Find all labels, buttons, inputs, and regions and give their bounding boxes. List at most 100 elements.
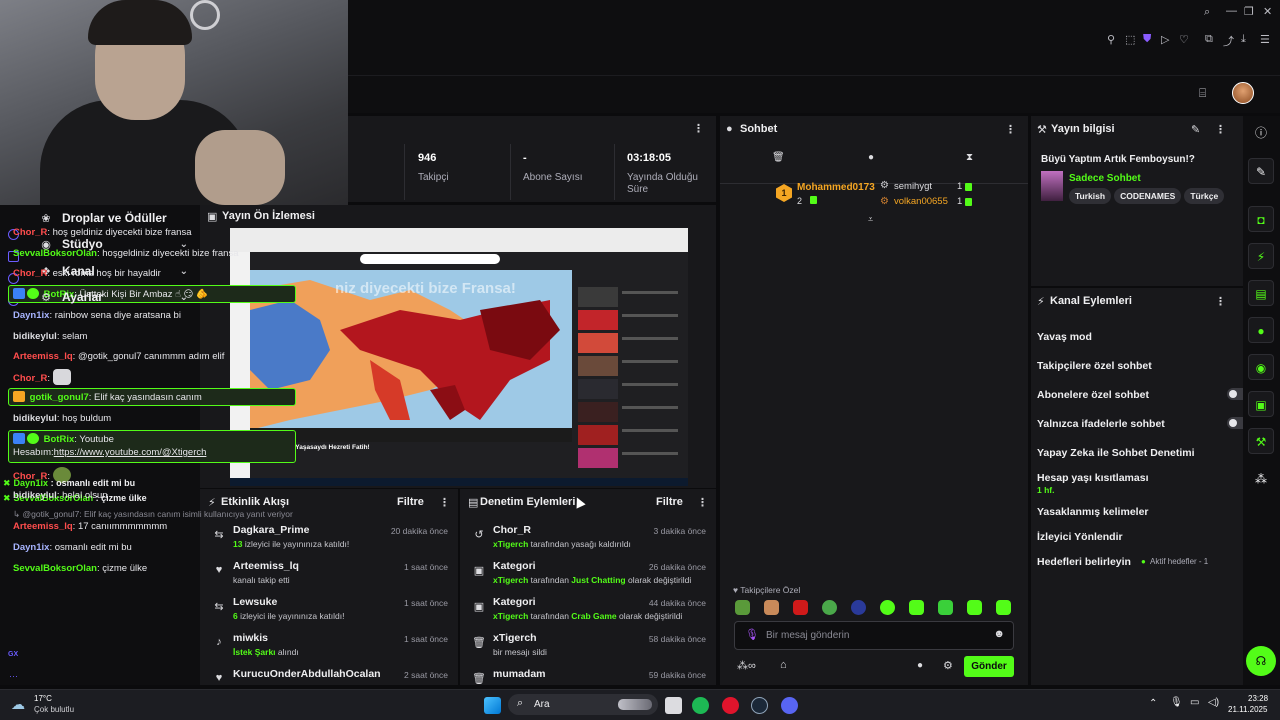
emote-icon[interactable] — [996, 600, 1011, 615]
search-icon[interactable]: ⌕ — [1204, 6, 1210, 19]
bookmark-icon[interactable]: ⚲ — [1107, 33, 1115, 46]
network-icon[interactable]: ▭ — [1190, 697, 1199, 708]
channel-action-item[interactable]: Hedefleri belirleyin ● Aktif hedefler - 1… — [1037, 555, 1257, 569]
item-name[interactable]: miwkis — [233, 632, 268, 644]
close-icon[interactable]: ✕ — [1263, 5, 1272, 18]
emote-icon[interactable] — [880, 600, 895, 615]
item-name[interactable]: xTigerch — [493, 632, 537, 644]
collapse-icon[interactable]: ⩡ — [868, 214, 873, 225]
more-options-icon[interactable]: ⋮ — [1215, 123, 1226, 136]
camera-icon[interactable]: ◘ — [1248, 206, 1274, 232]
channel-action-item[interactable]: Yasaklanmış kelimeler› — [1037, 505, 1257, 519]
channel-action-item[interactable]: Hesap yaşı kısıtlaması1 hf.› — [1037, 471, 1257, 496]
mic-icon[interactable]: 🎙 — [1170, 697, 1183, 708]
chat-settings-icon[interactable]: ⚙ — [943, 659, 953, 672]
item-name[interactable]: Kategori — [493, 596, 536, 608]
channel-action-item[interactable]: Yalnızca ifadelerle sohbet — [1037, 417, 1257, 430]
volume-icon[interactable]: ◁) — [1208, 697, 1219, 708]
info-icon[interactable]: ⓘ — [1248, 120, 1274, 146]
item-name[interactable]: Kategori — [493, 560, 536, 572]
gifter-3-name[interactable]: volkan00655 — [894, 196, 948, 207]
chat-username[interactable]: Chor_R — [13, 268, 47, 279]
discord-icon[interactable] — [781, 697, 798, 714]
chat-username[interactable]: Dayn1ix — [13, 310, 49, 321]
emote-icon[interactable] — [764, 600, 779, 615]
item-name[interactable]: KurucuOnderAbdullahOcalan — [233, 668, 381, 680]
chat-username[interactable]: Dayn1ix — [13, 542, 49, 553]
chat-link[interactable]: https://www.youtube.com/@Xtigerch — [54, 447, 207, 458]
emote-icon[interactable] — [793, 600, 808, 615]
weather-icon[interactable]: ☁ — [11, 696, 25, 713]
chat-username[interactable]: bidikeylul — [13, 331, 57, 342]
maximize-icon[interactable]: ❐ — [1244, 5, 1254, 18]
emote-icon[interactable] — [967, 600, 982, 615]
top-gifter-name[interactable]: Mohammed0173 — [797, 182, 875, 193]
wrench-icon[interactable]: ⚒ — [1248, 428, 1274, 454]
channel-action-item[interactable]: Yavaş mod› — [1037, 330, 1257, 344]
more-dots-icon[interactable]: ··· — [9, 671, 18, 681]
tab-trash-icon[interactable]: 🗑 — [772, 152, 785, 163]
menu-icon[interactable]: ☰ — [1260, 33, 1270, 46]
inbox-icon[interactable]: ⌸ — [1199, 86, 1206, 101]
share-icon[interactable]: ⤴ — [1223, 33, 1234, 49]
tab-hourglass-icon[interactable]: ⧗ — [966, 152, 973, 163]
category-thumbnail[interactable] — [1041, 171, 1063, 201]
emote-icon[interactable] — [822, 600, 837, 615]
download-icon[interactable]: ⤓ — [1241, 33, 1246, 46]
channel-action-item[interactable]: Yapay Zeka ile Sohbet Denetimi↗ — [1037, 446, 1257, 459]
chat-username[interactable]: SevvalBoksorOlan — [13, 563, 97, 574]
channel-action-item[interactable]: İzleyici Yönlendir — [1037, 531, 1257, 543]
chat-username[interactable]: SevvalBoksorOlan — [13, 248, 97, 259]
chat-icon[interactable]: ● — [1248, 317, 1274, 343]
store-icon[interactable]: ⌂ — [780, 659, 787, 671]
tag[interactable]: CODENAMES — [1114, 188, 1182, 204]
shield-icon[interactable]: ⛊ — [1143, 33, 1151, 46]
list-item[interactable]: ⇆ Lewsuke 1 saat önce 6 izleyici ile yayını… — [210, 596, 448, 626]
channel-action-item[interactable]: Abonelere özel sohbet — [1037, 388, 1257, 401]
emote-icon[interactable] — [909, 600, 924, 615]
points-icon[interactable]: ⁂∞ — [737, 659, 756, 672]
chevron-down-icon[interactable]: ⌄ — [180, 292, 188, 303]
avatar[interactable] — [1232, 82, 1254, 104]
chat-username[interactable]: bidikeylul — [13, 490, 57, 501]
more-options-icon[interactable]: ⋮ — [697, 496, 708, 509]
notes-icon[interactable]: ▤ — [1248, 280, 1274, 306]
channel-action-item[interactable]: Takipçilere özel sohbet› — [1037, 359, 1257, 373]
broadcast-icon[interactable]: ◉ — [1248, 354, 1274, 380]
edit-icon[interactable]: ✎ — [1248, 158, 1274, 184]
heart-icon[interactable]: ♡ — [1179, 33, 1189, 46]
chat-input[interactable]: 🎙 Bir mesaj gönderin ☻ — [734, 621, 1014, 650]
chat-username[interactable]: bidikeylul — [13, 413, 57, 424]
category-link[interactable]: Sadece Sohbet — [1069, 173, 1141, 184]
screenshot-icon[interactable]: ⬚ — [1125, 33, 1135, 46]
minimize-icon[interactable]: — — [1226, 5, 1237, 17]
chat-username[interactable]: Chor_R — [13, 227, 47, 238]
list-item[interactable]: ♪ miwkis 1 saat önce İstek Şarkı alındı — [210, 632, 448, 662]
moderation-icon[interactable]: ▣ — [1248, 391, 1274, 417]
more-options-icon[interactable]: ⋮ — [1215, 295, 1226, 308]
chat-username[interactable]: Arteemiss_lq — [13, 521, 73, 532]
edit-icon[interactable]: ✎ — [1191, 123, 1200, 136]
moderation-filter-button[interactable]: Filtre — [656, 496, 683, 508]
list-item[interactable]: ▣ Kategori 26 dakika önce xTigerch tarafınd… — [470, 560, 706, 590]
tag[interactable]: Türkçe — [1184, 188, 1225, 204]
chat-username[interactable]: BotRix — [44, 434, 75, 445]
tag[interactable]: Turkish — [1069, 188, 1112, 204]
emoji-icon[interactable]: ☻ — [993, 628, 1005, 640]
side-chat-user[interactable]: Dayn1ix — [14, 478, 49, 488]
chat-bubble-icon[interactable]: ● — [917, 660, 923, 671]
emote-icon[interactable] — [735, 600, 750, 615]
activity-filter-button[interactable]: Filtre — [397, 496, 424, 508]
support-icon[interactable]: ☊ — [1246, 646, 1276, 676]
clock-time[interactable]: 23:28 — [1248, 694, 1268, 703]
nav-item-0[interactable]: ❀ Droplar ve Ödüller — [40, 208, 190, 228]
chevron-up-icon[interactable]: ⌃ — [1149, 698, 1157, 709]
more-options-icon[interactable]: ⋮ — [693, 122, 704, 135]
emote-icon[interactable] — [938, 600, 953, 615]
spotify-icon[interactable] — [692, 697, 709, 714]
play-icon[interactable]: ▷ — [1161, 33, 1169, 46]
list-item[interactable]: 🗑 xTigerch 58 dakika önce bir mesajı sildi — [470, 632, 706, 662]
list-item[interactable]: ▣ Kategori 44 dakika önce xTigerch tarafınd… — [470, 596, 706, 626]
start-icon[interactable] — [484, 697, 501, 714]
more-options-icon[interactable]: ⋮ — [439, 496, 450, 509]
